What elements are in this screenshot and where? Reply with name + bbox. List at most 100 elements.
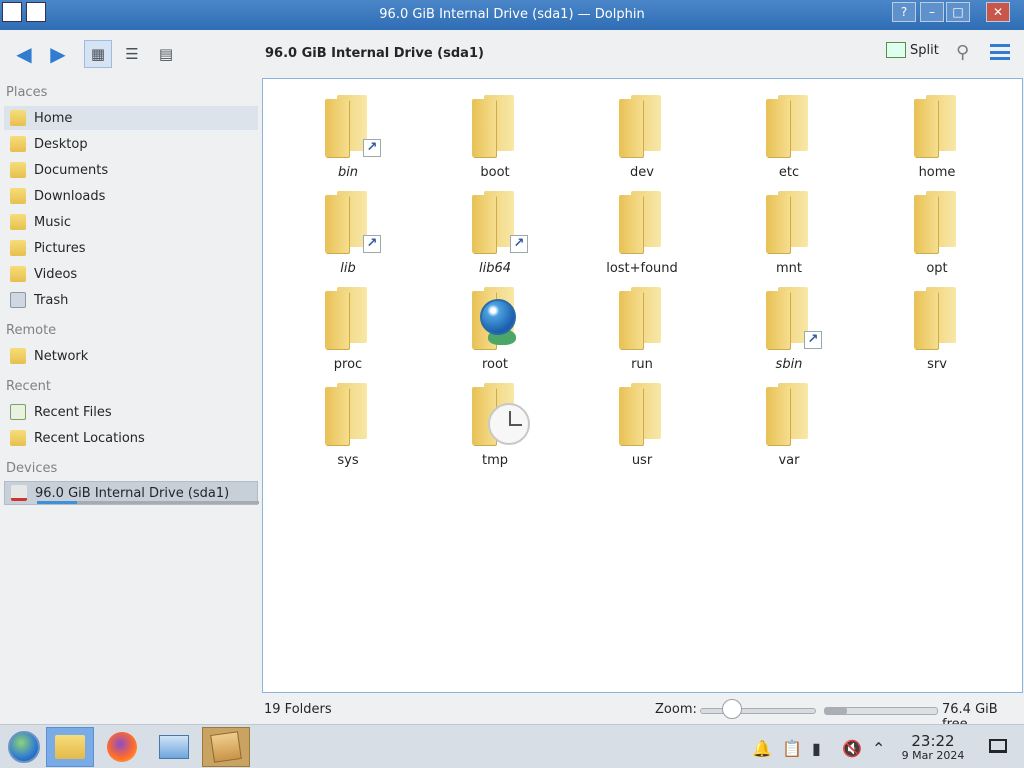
- start-menu-button[interactable]: [0, 727, 48, 767]
- volume-muted-icon[interactable]: 🔇: [842, 739, 862, 758]
- sidebar-item-documents[interactable]: Documents: [4, 158, 258, 182]
- folder-item[interactable]: dev: [582, 87, 702, 180]
- downloads-folder-icon: [10, 188, 26, 204]
- folder-icon: [766, 383, 812, 445]
- folder-item[interactable]: ↗ bin: [288, 87, 408, 180]
- forward-button[interactable]: ▶: [44, 40, 72, 68]
- free-space-bar[interactable]: [824, 707, 938, 715]
- sidebar-item-internal-drive[interactable]: 96.0 GiB Internal Drive (sda1): [4, 481, 259, 505]
- folder-item[interactable]: boot: [435, 87, 555, 180]
- details-view-button[interactable]: ▤: [152, 40, 180, 68]
- compact-view-button[interactable]: ☰: [118, 40, 146, 68]
- folder-icon: [472, 383, 530, 445]
- folder-item[interactable]: ↗ lib64: [435, 183, 555, 276]
- tray-expand-icon[interactable]: ⌃: [872, 739, 885, 758]
- show-desktop-button[interactable]: [989, 739, 1007, 753]
- zoom-slider[interactable]: [700, 708, 816, 714]
- compact-view-icon: ☰: [125, 45, 139, 63]
- sidebar-item-desktop[interactable]: Desktop: [4, 132, 258, 156]
- taskbar-dolphin[interactable]: [46, 727, 94, 767]
- battery-icon[interactable]: ▮: [812, 739, 821, 758]
- hamburger-menu-icon[interactable]: [990, 44, 1010, 60]
- globe-emblem-icon: [480, 299, 516, 335]
- notifications-icon[interactable]: 🔔: [752, 739, 772, 758]
- home-folder-icon: [10, 110, 26, 126]
- section-devices: Devices: [6, 461, 58, 476]
- folder-name: root: [481, 357, 509, 372]
- section-recent: Recent: [6, 379, 51, 394]
- icons-view-button[interactable]: ▦: [84, 40, 112, 68]
- folder-item[interactable]: run: [582, 279, 702, 372]
- videos-folder-icon: [10, 266, 26, 282]
- clock-time[interactable]: 23:22: [905, 732, 961, 750]
- folder-item[interactable]: var: [729, 375, 849, 468]
- symlink-emblem-icon: ↗: [363, 139, 381, 157]
- folder-item[interactable]: tmp: [435, 375, 555, 468]
- folder-icon: [619, 95, 665, 157]
- folder-name: opt: [926, 261, 948, 276]
- zoom-slider-handle[interactable]: [722, 699, 743, 719]
- sidebar-item-recent-locations[interactable]: Recent Locations: [4, 426, 258, 450]
- split-label: Split: [910, 42, 939, 58]
- arrow-left-icon: ◀: [16, 42, 32, 66]
- file-view[interactable]: ↗ bin boot dev etc home ↗ lib ↗ lib64 lost+found mn…: [262, 78, 1023, 693]
- folder-name: lib: [340, 261, 356, 276]
- folder-icon: ↗: [472, 191, 528, 253]
- search-icon[interactable]: ⚲: [956, 42, 969, 63]
- folder-item[interactable]: etc: [729, 87, 849, 180]
- folder-item[interactable]: home: [877, 87, 997, 180]
- folder-name: bin: [337, 165, 359, 180]
- folder-item[interactable]: srv: [877, 279, 997, 372]
- recent-files-icon: [10, 404, 26, 420]
- sidebar-item-music[interactable]: Music: [4, 210, 258, 234]
- folder-icon: [619, 383, 665, 445]
- package-icon: [210, 731, 242, 763]
- maximize-button[interactable]: □: [946, 2, 970, 22]
- folder-item[interactable]: mnt: [729, 183, 849, 276]
- taskbar-system-settings[interactable]: [150, 727, 198, 767]
- location-breadcrumb[interactable]: 96.0 GiB Internal Drive (sda1): [265, 46, 484, 61]
- sidebar-item-videos[interactable]: Videos: [4, 262, 258, 286]
- folder-icon: [472, 287, 518, 349]
- folder-name: etc: [778, 165, 800, 180]
- clock-date[interactable]: 9 Mar 2024: [895, 749, 971, 762]
- back-button[interactable]: ◀: [10, 40, 38, 68]
- zoom-label: Zoom:: [655, 702, 697, 717]
- sidebar-item-network[interactable]: Network: [4, 344, 258, 368]
- folder-name: lost+found: [606, 261, 678, 276]
- folder-name: tmp: [481, 453, 508, 468]
- folder-name: srv: [927, 357, 947, 372]
- folder-name: home: [918, 165, 956, 180]
- folder-item[interactable]: proc: [288, 279, 408, 372]
- taskbar-package-manager[interactable]: [202, 727, 250, 767]
- sidebar-item-home[interactable]: Home: [4, 106, 258, 130]
- folder-name: run: [631, 357, 653, 372]
- help-button[interactable]: ?: [892, 2, 916, 22]
- arrow-right-icon: ▶: [50, 42, 66, 66]
- split-button[interactable]: Split: [886, 42, 939, 58]
- sidebar-item-recent-files[interactable]: Recent Files: [4, 400, 258, 424]
- close-button[interactable]: ✕: [986, 2, 1010, 22]
- folder-icon: [766, 191, 812, 253]
- split-view-icon: [886, 42, 906, 58]
- folder-icon: [325, 287, 371, 349]
- folder-item[interactable]: root: [435, 279, 555, 372]
- sidebar-item-downloads[interactable]: Downloads: [4, 184, 258, 208]
- folder-item[interactable]: opt: [877, 183, 997, 276]
- symlink-emblem-icon: ↗: [363, 235, 381, 253]
- clipboard-icon[interactable]: 📋: [782, 739, 802, 758]
- window-titlebar[interactable]: 96.0 GiB Internal Drive (sda1) — Dolphin…: [0, 0, 1024, 30]
- sidebar-item-trash[interactable]: Trash: [4, 288, 258, 312]
- sidebar-item-pictures[interactable]: Pictures: [4, 236, 258, 260]
- taskbar-firefox[interactable]: [98, 727, 146, 767]
- folder-item[interactable]: lost+found: [582, 183, 702, 276]
- folder-icon: [914, 95, 960, 157]
- folder-item[interactable]: ↗ lib: [288, 183, 408, 276]
- folder-item[interactable]: ↗ sbin: [729, 279, 849, 372]
- folder-item[interactable]: sys: [288, 375, 408, 468]
- icons-view-icon: ▦: [90, 45, 106, 63]
- folder-item[interactable]: usr: [582, 375, 702, 468]
- minimize-button[interactable]: –: [920, 2, 944, 22]
- status-bar: 19 Folders Zoom: 76.4 GiB free: [0, 698, 1024, 732]
- music-folder-icon: [10, 214, 26, 230]
